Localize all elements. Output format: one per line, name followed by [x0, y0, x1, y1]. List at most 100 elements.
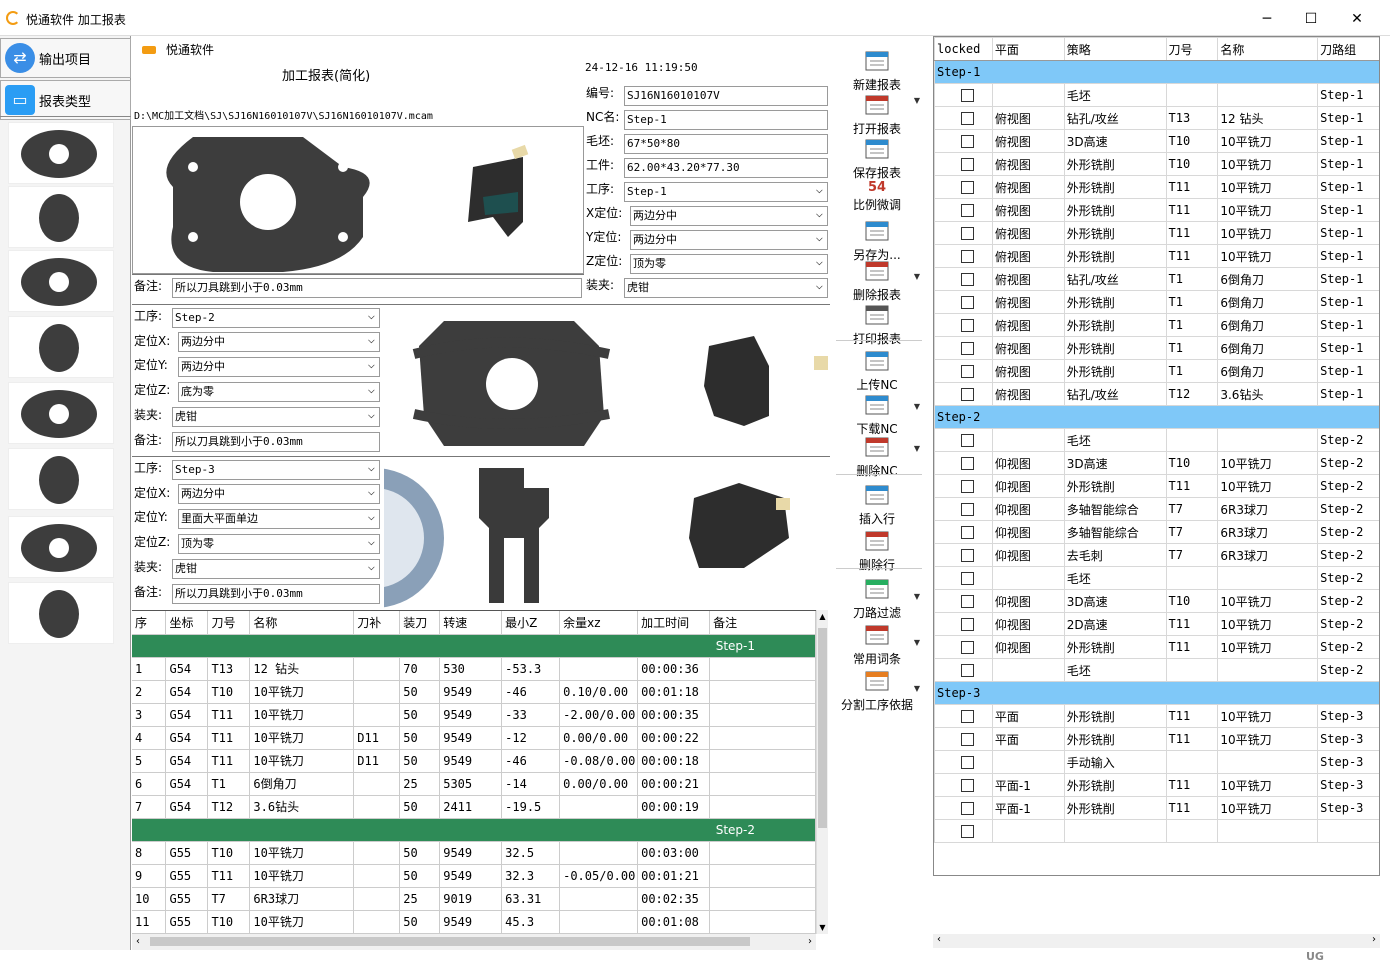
column-header[interactable]: 加工时间	[637, 611, 711, 635]
table-row[interactable]: 平面-1 外形铣削 T11 10平铣刀 Step-3	[934, 773, 1379, 797]
locked-checkbox[interactable]	[961, 779, 974, 792]
column-header[interactable]: 序	[132, 611, 167, 635]
step3-note-field[interactable]: 所以刀具跳到小于0.03mm	[172, 584, 380, 604]
locked-cell[interactable]	[934, 704, 993, 728]
table-row[interactable]: 平面 外形铣削 T11 10平铣刀 Step-3	[934, 704, 1379, 728]
toolbar-button[interactable]: 下载NC	[834, 392, 920, 437]
table-row[interactable]: 仰视图 多轴智能综合 T7 6R3球刀 Step-2	[934, 520, 1379, 544]
column-header[interactable]: locked	[934, 37, 993, 61]
toolbar-button[interactable]: 上传NC	[834, 348, 920, 393]
locked-cell[interactable]	[934, 175, 993, 199]
locked-cell[interactable]	[934, 727, 993, 751]
step2-y-select[interactable]: 两边分中	[178, 357, 380, 377]
table-row[interactable]: 俯视图 外形铣削 T1 6倒角刀 Step-1	[934, 290, 1379, 314]
scroll-right-icon[interactable]: ›	[808, 936, 812, 947]
locked-cell[interactable]	[934, 773, 993, 797]
table-row[interactable]: 俯视图 钻孔/攻丝 T1 6倒角刀 Step-1	[934, 267, 1379, 291]
locked-checkbox[interactable]	[961, 802, 974, 815]
table-row[interactable]: 毛坯 Step-2	[934, 428, 1379, 452]
locked-cell[interactable]	[934, 819, 993, 843]
thumbnail[interactable]	[8, 382, 114, 444]
table-row[interactable]: 俯视图 外形铣削 T1 6倒角刀 Step-1	[934, 336, 1379, 360]
group-row[interactable]: Step-3	[934, 681, 1379, 705]
table-row[interactable]: 俯视图 外形铣削 T11 10平铣刀 Step-1	[934, 175, 1379, 199]
locked-cell[interactable]	[934, 336, 993, 360]
locked-cell[interactable]	[934, 543, 993, 567]
thumbnail[interactable]	[8, 316, 114, 378]
locked-cell[interactable]	[934, 566, 993, 590]
locked-checkbox[interactable]	[961, 526, 974, 539]
locked-cell[interactable]	[934, 520, 993, 544]
table-row[interactable]: 7 G54 T12 3.6钻头 50 2411 -19.5 00:00:19	[132, 795, 816, 819]
thumbnail[interactable]	[8, 516, 114, 578]
locked-checkbox[interactable]	[961, 595, 974, 608]
locked-cell[interactable]	[934, 267, 993, 291]
table-row[interactable]: 2 G54 T10 10平铣刀 50 9549 -46 0.10/0.00 00:01:18	[132, 680, 816, 704]
column-header[interactable]: 装刀	[399, 611, 441, 635]
locked-cell[interactable]	[934, 451, 993, 475]
column-header[interactable]: 坐标	[165, 611, 209, 635]
column-header[interactable]: 刀补	[353, 611, 401, 635]
locked-cell[interactable]	[934, 290, 993, 314]
step2-x-select[interactable]: 两边分中	[178, 332, 380, 352]
table-row[interactable]: 仰视图 多轴智能综合 T7 6R3球刀 Step-2	[934, 497, 1379, 521]
table-row[interactable]: 仰视图 2D高速 T11 10平铣刀 Step-2	[934, 612, 1379, 636]
locked-checkbox[interactable]	[961, 710, 974, 723]
output-project-button[interactable]: ⇄ 输出项目	[0, 38, 131, 78]
toolbar-button[interactable]: 另存为...	[834, 218, 920, 263]
locked-checkbox[interactable]	[961, 89, 974, 102]
locked-checkbox[interactable]	[961, 342, 974, 355]
locked-cell[interactable]	[934, 589, 993, 613]
table-row[interactable]: 俯视图 外形铣削 T10 10平铣刀 Step-1	[934, 152, 1379, 176]
table-row[interactable]: 仰视图 3D高速 T10 10平铣刀 Step-2	[934, 589, 1379, 613]
step3-y-select[interactable]: 里面大平面单边	[178, 509, 380, 529]
table-row[interactable]: 6 G54 T1 6倒角刀 25 5305 -14 0.00/0.00 00:00:21	[132, 772, 816, 796]
locked-cell[interactable]	[934, 313, 993, 337]
dropdown-arrow-icon[interactable]: ▼	[914, 444, 920, 453]
locked-checkbox[interactable]	[961, 480, 974, 493]
locked-cell[interactable]	[934, 129, 993, 153]
locked-checkbox[interactable]	[961, 572, 974, 585]
toolbar-button[interactable]: 54 比例微调	[834, 180, 920, 213]
locked-cell[interactable]	[934, 221, 993, 245]
step2-note-field[interactable]: 所以刀具跳到小于0.03mm	[172, 432, 380, 452]
scroll-thumb[interactable]	[818, 628, 827, 828]
table-row[interactable]: 仰视图 外形铣削 T11 10平铣刀 Step-2	[934, 635, 1379, 659]
table-row[interactable]: 4 G54 T11 10平铣刀 D11 50 9549 -12 0.00/0.00 00:00:2…	[132, 726, 816, 750]
locked-checkbox[interactable]	[961, 204, 974, 217]
table-row[interactable]: 毛坯 Step-2	[934, 566, 1379, 590]
table-row[interactable]: 5 G54 T11 10平铣刀 D11 50 9549 -46 -0.08/0.00 00:00:…	[132, 749, 816, 773]
table-row[interactable]: 俯视图 外形铣削 T11 10平铣刀 Step-1	[934, 244, 1379, 268]
scroll-left-icon[interactable]: ‹	[136, 936, 140, 947]
locked-checkbox[interactable]	[961, 227, 974, 240]
locked-checkbox[interactable]	[961, 365, 974, 378]
scroll-right-icon[interactable]: ›	[1372, 934, 1376, 945]
group-row[interactable]: Step-1	[934, 60, 1379, 84]
dropdown-arrow-icon[interactable]: ▼	[914, 96, 920, 105]
toolbar-button[interactable]: 删除报表	[834, 258, 920, 303]
locked-checkbox[interactable]	[961, 641, 974, 654]
ops-horizontal-scrollbar[interactable]: ‹ ›	[132, 934, 816, 950]
locked-cell[interactable]	[934, 244, 993, 268]
table-row[interactable]: 俯视图 钻孔/攻丝 T12 3.6钻头 Step-1	[934, 382, 1379, 406]
scroll-thumb[interactable]	[150, 937, 750, 946]
locked-cell[interactable]	[934, 658, 993, 682]
dropdown-arrow-icon[interactable]: ▼	[914, 402, 920, 411]
header-field[interactable]: Step-1	[624, 182, 828, 202]
header-field[interactable]: 顶为零	[630, 254, 828, 274]
table-row[interactable]: 10 G55 T7 6R3球刀 25 9019 63.31 00:02:35	[132, 887, 816, 911]
table-row[interactable]: 手动输入 Step-3	[934, 750, 1379, 774]
toolbar-button[interactable]: 刀路过滤	[834, 576, 920, 621]
locked-cell[interactable]	[934, 612, 993, 636]
column-header[interactable]: 刀号	[207, 611, 251, 635]
minimize-button[interactable]: ─	[1244, 6, 1290, 32]
toolbar-button[interactable]: 分割工序依据	[834, 668, 920, 713]
locked-cell[interactable]	[934, 106, 993, 130]
table-row[interactable]: 仰视图 外形铣削 T11 10平铣刀 Step-2	[934, 474, 1379, 498]
header-field[interactable]: Step-1	[624, 110, 828, 130]
table-row[interactable]: 8 G55 T10 10平铣刀 50 9549 32.5 00:03:00	[132, 841, 816, 865]
locked-checkbox[interactable]	[961, 296, 974, 309]
locked-cell[interactable]	[934, 428, 993, 452]
step3-clamp-select[interactable]: 虎钳	[172, 559, 380, 579]
header-field[interactable]: 67*50*80	[624, 134, 828, 154]
